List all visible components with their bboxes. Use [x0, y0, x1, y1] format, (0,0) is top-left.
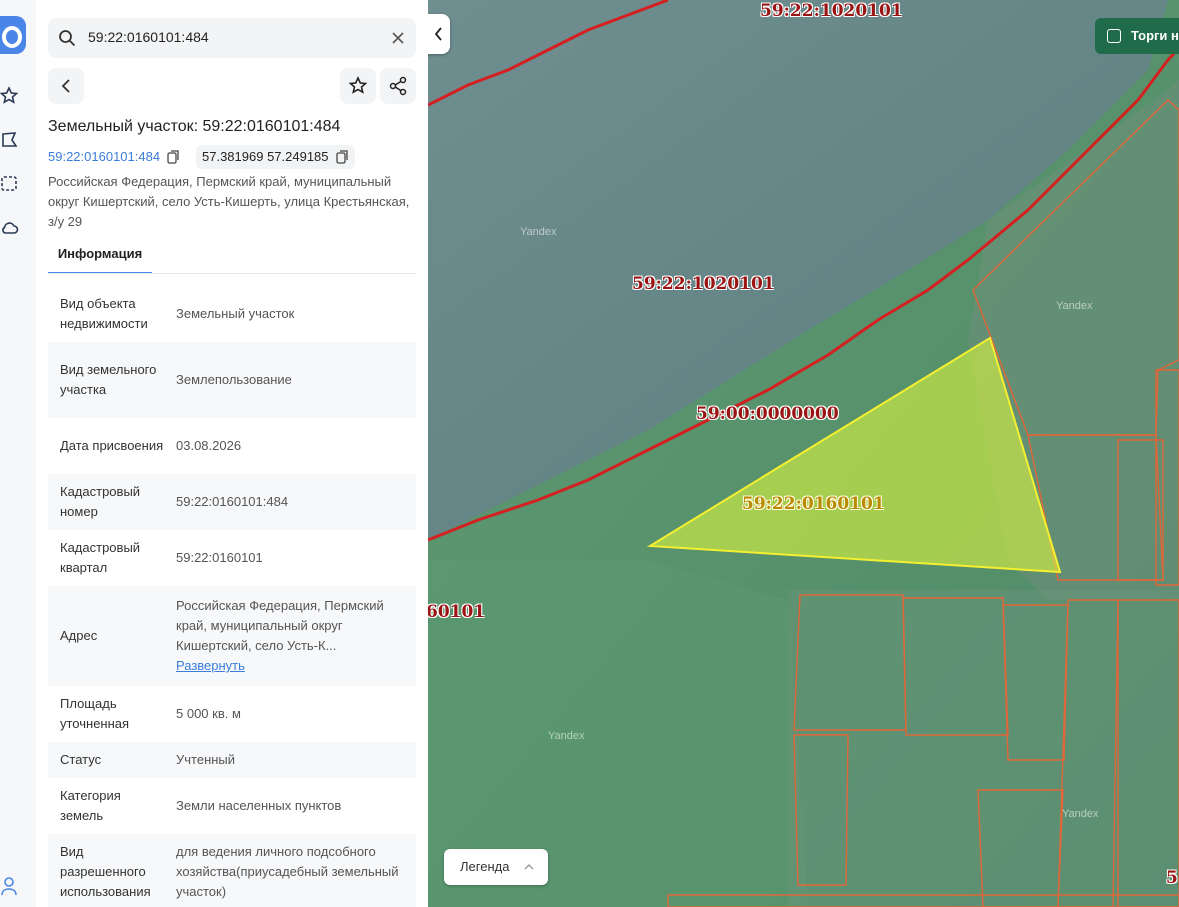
map-label-quarter: 60101 [428, 602, 486, 622]
user-icon[interactable] [0, 876, 20, 896]
favorite-button[interactable] [340, 68, 376, 104]
info-value: Земли населенных пунктов [176, 798, 342, 813]
object-address: Российская Федерация, Пермский край, мун… [48, 174, 410, 229]
cad-number-link[interactable]: 59:22:0160101:484 [42, 145, 186, 169]
info-value: Российская Федерация, Пермский край, мун… [164, 596, 416, 676]
cloud-icon[interactable] [0, 218, 20, 238]
expand-link[interactable]: Развернуть [176, 658, 245, 673]
info-value: Учтенный [176, 752, 236, 767]
info-value: Землепользование [176, 372, 292, 387]
star-icon[interactable] [0, 86, 20, 106]
map-label-boundary: 59:00:0000000 [696, 404, 839, 424]
legend-label: Легенда [460, 859, 510, 874]
map-label-quarter: 59:22:1020101 [760, 1, 903, 21]
map-label-parcel: 59:22:0160101 [742, 494, 885, 514]
page-title: Земельный участок: 59:22:0160101:484 [48, 118, 341, 135]
panel-toolbar [48, 68, 416, 104]
info-key: Кадастровый номер [60, 484, 141, 519]
back-button[interactable] [48, 68, 84, 104]
info-key: Адрес [60, 628, 98, 643]
yandex-watermark: Yandex [1062, 808, 1099, 820]
torgi-label: Торги на [1131, 28, 1179, 43]
yandex-watermark: Yandex [1056, 300, 1093, 312]
info-key: Категория земель [60, 788, 121, 823]
tab-info[interactable]: Информация [48, 236, 152, 274]
share-button[interactable] [380, 68, 416, 104]
info-row: Вид разрешенного использования для веден… [48, 834, 416, 907]
collapse-panel-button[interactable] [428, 14, 450, 54]
map-label-quarter: 59:22:1020101 [632, 274, 775, 294]
share-icon [389, 76, 407, 96]
info-value: для ведения личного подсобного хозяйства… [176, 844, 399, 899]
coords-chip[interactable]: 57.381969 57.249185 [196, 145, 355, 169]
map-view[interactable]: Yandex Yandex Yandex Yandex 59:22:102010… [428, 0, 1179, 907]
app-logo[interactable] [0, 16, 26, 54]
info-table: Вид объекта недвижимости Земельный участ… [48, 286, 416, 907]
search-box[interactable]: 59:22:0160101:484 [48, 18, 416, 58]
info-value: 5 000 кв. м [176, 706, 241, 721]
info-row: Категория земель Земли населенных пункто… [48, 778, 416, 834]
search-input[interactable]: 59:22:0160101:484 [88, 29, 209, 45]
info-key: Вид разрешенного использования [60, 844, 151, 899]
clear-icon[interactable] [392, 32, 404, 44]
coords-text: 57.381969 57.249185 [202, 149, 329, 164]
checkbox-icon[interactable] [1107, 29, 1121, 43]
info-value: 59:22:0160101 [176, 550, 263, 565]
info-row: Статус Учтенный [48, 742, 416, 778]
info-value: 59:22:0160101:484 [176, 494, 289, 509]
left-rail [0, 0, 37, 907]
chevron-left-icon [434, 27, 442, 41]
info-value: 03.08.2026 [176, 438, 242, 453]
chevron-left-icon [61, 79, 70, 93]
info-row: Дата присвоения 03.08.2026 [48, 418, 416, 474]
object-panel: 59:22:0160101:484 Земельный участок: 59:… [36, 0, 428, 907]
info-key: Дата присвоения [60, 438, 164, 453]
polygon-icon[interactable] [0, 130, 20, 150]
info-key: Статус [60, 752, 102, 767]
cad-number-text[interactable]: 59:22:0160101:484 [48, 149, 160, 164]
info-row: Вид объекта недвижимости Земельный участ… [48, 286, 416, 342]
info-row: Кадастровый номер 59:22:0160101:484 [48, 474, 416, 530]
info-row: Вид земельного участка Землепользование [48, 342, 416, 418]
info-key: Вид объекта недвижимости [60, 296, 148, 331]
torgi-toggle[interactable]: Торги на [1095, 18, 1179, 54]
tab-divider [48, 273, 416, 274]
selection-icon[interactable] [0, 174, 20, 194]
chevron-up-icon [524, 864, 534, 870]
yandex-watermark: Yandex [548, 730, 585, 742]
info-row: Адрес Российская Федерация, Пермский кра… [48, 586, 416, 686]
legend-button[interactable]: Легенда [444, 849, 548, 885]
info-row: Кадастровый квартал 59:22:0160101 [48, 530, 416, 586]
satellite-map [428, 0, 1179, 907]
star-icon [348, 76, 368, 94]
copy-icon[interactable] [335, 150, 349, 164]
info-key: Площадь уточненная [60, 696, 130, 731]
map-label-quarter: 5 [1166, 868, 1178, 888]
info-value: Земельный участок [176, 306, 295, 321]
address-value: Российская Федерация, Пермский край, мун… [176, 598, 384, 653]
copy-icon[interactable] [167, 150, 180, 164]
info-key: Кадастровый квартал [60, 540, 141, 575]
info-row: Площадь уточненная 5 000 кв. м [48, 686, 416, 742]
info-key: Вид земельного участка [60, 362, 157, 397]
search-icon [59, 30, 76, 47]
yandex-watermark: Yandex [520, 226, 557, 238]
